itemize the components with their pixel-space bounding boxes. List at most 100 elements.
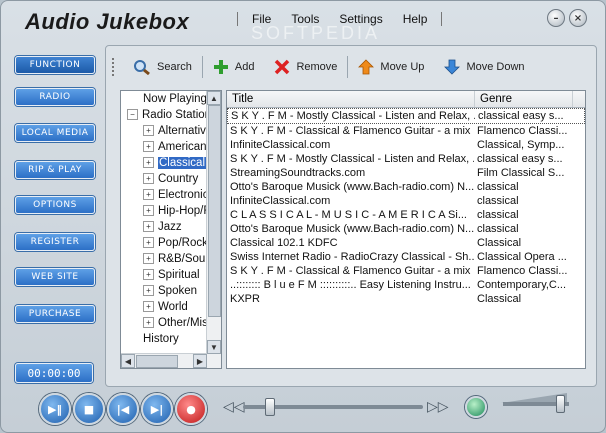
list-item[interactable]: InfiniteClassical.com Classical, Symp... [227,138,585,152]
nav-web-site-button[interactable]: WEB SITE [15,268,95,286]
nav-function-button[interactable]: FUNCTION [15,56,95,74]
tree-item-world[interactable]: + World [121,299,207,315]
list-item-genre: classical easy s... [477,153,563,165]
stop-icon: ■ [83,402,95,416]
nav-local-media-button[interactable]: LOCAL MEDIA [15,124,95,142]
close-button[interactable]: × [569,9,587,27]
nav-rip-play-button[interactable]: RIP & PLAY [15,161,95,179]
fast-forward-icon[interactable]: ▷▷ [427,398,449,415]
toolbar: Search Add Remove Move Up Move Down [112,52,590,82]
list-item[interactable]: S K Y . F M - Classical & Flamenco Guita… [227,124,585,138]
move-down-label: Move Down [466,61,525,73]
list-item[interactable]: Classical 102.1 KDFC Classical [227,236,585,250]
list-item-title: Classical 102.1 KDFC [230,237,338,249]
tree-item-pop-rock[interactable]: + Pop/Rock [121,235,207,251]
list-item-title: S K Y . F M - Classical & Flamenco Guita… [230,125,474,137]
add-button[interactable]: Add [203,56,265,78]
station-list[interactable]: Title Genre S K Y . F M - Mostly Classic… [226,90,586,369]
list-item-title: S K Y . F M - Mostly Classical - Listen … [230,153,474,165]
record-icon: ● [186,402,196,416]
seek-thumb[interactable] [265,398,276,416]
nav-radio-button[interactable]: RADIO [15,88,95,106]
tree-item-history[interactable]: History [121,331,207,347]
search-button[interactable]: Search [123,56,202,78]
list-item[interactable]: Otto's Baroque Musick (www.Bach-radio.co… [227,222,585,236]
list-item[interactable]: S K Y . F M - Classical & Flamenco Guita… [227,264,585,278]
list-header: Title Genre [227,91,585,108]
rewind-icon[interactable]: ◁◁ [223,398,245,415]
list-rows: S K Y . F M - Mostly Classical - Listen … [227,108,585,306]
remove-button[interactable]: Remove [264,56,347,78]
list-item[interactable]: S K Y . F M - Mostly Classical - Listen … [227,152,585,166]
list-item[interactable]: Swiss Internet Radio - RadioCrazy Classi… [227,250,585,264]
list-item-title: StreamingSoundtracks.com [230,167,366,179]
tree-item-now-playing[interactable]: Now Playing [121,91,207,107]
nav-options-button[interactable]: OPTIONS [15,196,95,214]
minimize-button[interactable]: – [547,9,565,27]
add-label: Add [234,61,255,73]
volume-slider[interactable] [503,395,569,413]
list-item-genre: classical easy s... [478,110,564,122]
stop-button[interactable]: ■ [73,393,105,425]
tree-item-radio-stations[interactable]: −Radio Stations [121,107,207,123]
seek-slider[interactable] [243,398,423,416]
tree-hscroll-thumb[interactable] [136,355,178,368]
list-item[interactable]: C L A S S I C A L - M U S I C - A M E R … [227,208,585,222]
list-item-genre: classical [477,209,519,221]
station-tree[interactable]: Now Playing −Radio Stations +Alternative… [120,90,222,369]
tree-horizontal-scrollbar[interactable]: ◀ ▶ [121,353,207,368]
menu-settings[interactable]: Settings [329,12,392,26]
tree-item-country[interactable]: + Country [121,171,207,187]
remove-x-icon [275,59,290,75]
tree-item-classical[interactable]: + Classical [121,155,207,171]
next-button[interactable]: ▶| [141,393,173,425]
list-item[interactable]: KXPR Classical [227,292,585,306]
list-item[interactable]: InfiniteClassical.com classical [227,194,585,208]
list-item-title: ..:::::::: B l u e F M ::::::::::.. Easy… [230,279,471,291]
nav-register-button[interactable]: REGISTER [15,233,95,251]
previous-button[interactable]: |◀ [107,393,139,425]
list-item[interactable]: StreamingSoundtracks.com Film Classical S… [227,166,585,180]
scroll-up-arrow-icon[interactable]: ▲ [207,91,221,105]
arrow-up-icon [358,59,375,75]
globe-icon[interactable] [465,396,487,418]
move-up-button[interactable]: Move Up [348,56,434,78]
list-item[interactable]: S K Y . F M - Mostly Classical - Listen … [227,108,585,124]
list-item-title: KXPR [230,293,260,305]
play-pause-button[interactable]: ▶‖ [39,393,71,425]
tree-item-electronic[interactable]: + Electronic [121,187,207,203]
tree-item-jazz[interactable]: + Jazz [121,219,207,235]
tree-item-spoken[interactable]: + Spoken [121,283,207,299]
list-item-title: S K Y . F M - Classical & Flamenco Guita… [230,265,474,277]
tree-item-rnb-soul[interactable]: + R&B/Soul [121,251,207,267]
nav-purchase-button[interactable]: PURCHASE [15,305,95,323]
list-item[interactable]: ..:::::::: B l u e F M ::::::::::.. Easy… [227,278,585,292]
scroll-left-arrow-icon[interactable]: ◀ [121,354,135,368]
move-down-button[interactable]: Move Down [434,56,534,78]
tree-item-hip-hop[interactable]: +Hip-Hop/Rap [121,203,207,219]
list-item-title: Otto's Baroque Musick (www.Bach-radio.co… [230,223,474,235]
menu-help[interactable]: Help [393,12,438,26]
list-item[interactable]: Otto's Baroque Musick (www.Bach-radio.co… [227,180,585,194]
tree-item-other-misc[interactable]: +Other/Misc [121,315,207,331]
column-genre-header[interactable]: Genre [475,91,573,107]
list-item-genre: Classical [477,237,522,249]
player-controls: ▶‖ ■ |◀ ▶| ● ◁◁ ▷▷ [1,388,605,432]
scroll-down-arrow-icon[interactable]: ▼ [207,340,221,354]
list-item-genre: Film Classical S... [477,167,565,179]
record-button[interactable]: ● [175,393,207,425]
volume-thumb[interactable] [556,395,566,413]
column-title-header[interactable]: Title [227,91,475,107]
list-item-genre: Classical Opera ... [477,251,567,263]
list-item-genre: Flamenco Classi... [477,125,568,137]
list-item-title: InfiniteClassical.com [230,195,331,207]
tree-item-american[interactable]: + American [121,139,207,155]
tree-scroll-thumb[interactable] [208,105,221,317]
menu-file[interactable]: File [242,12,281,26]
menu-tools[interactable]: Tools [281,12,329,26]
tree-item-spiritual[interactable]: + Spiritual [121,267,207,283]
list-item-genre: Flamenco Classi... [477,265,568,277]
tree-item-alternative[interactable]: + Alternative [121,123,207,139]
scroll-right-arrow-icon[interactable]: ▶ [193,354,207,368]
tree-vertical-scrollbar[interactable]: ▲ ▼ [206,91,221,368]
